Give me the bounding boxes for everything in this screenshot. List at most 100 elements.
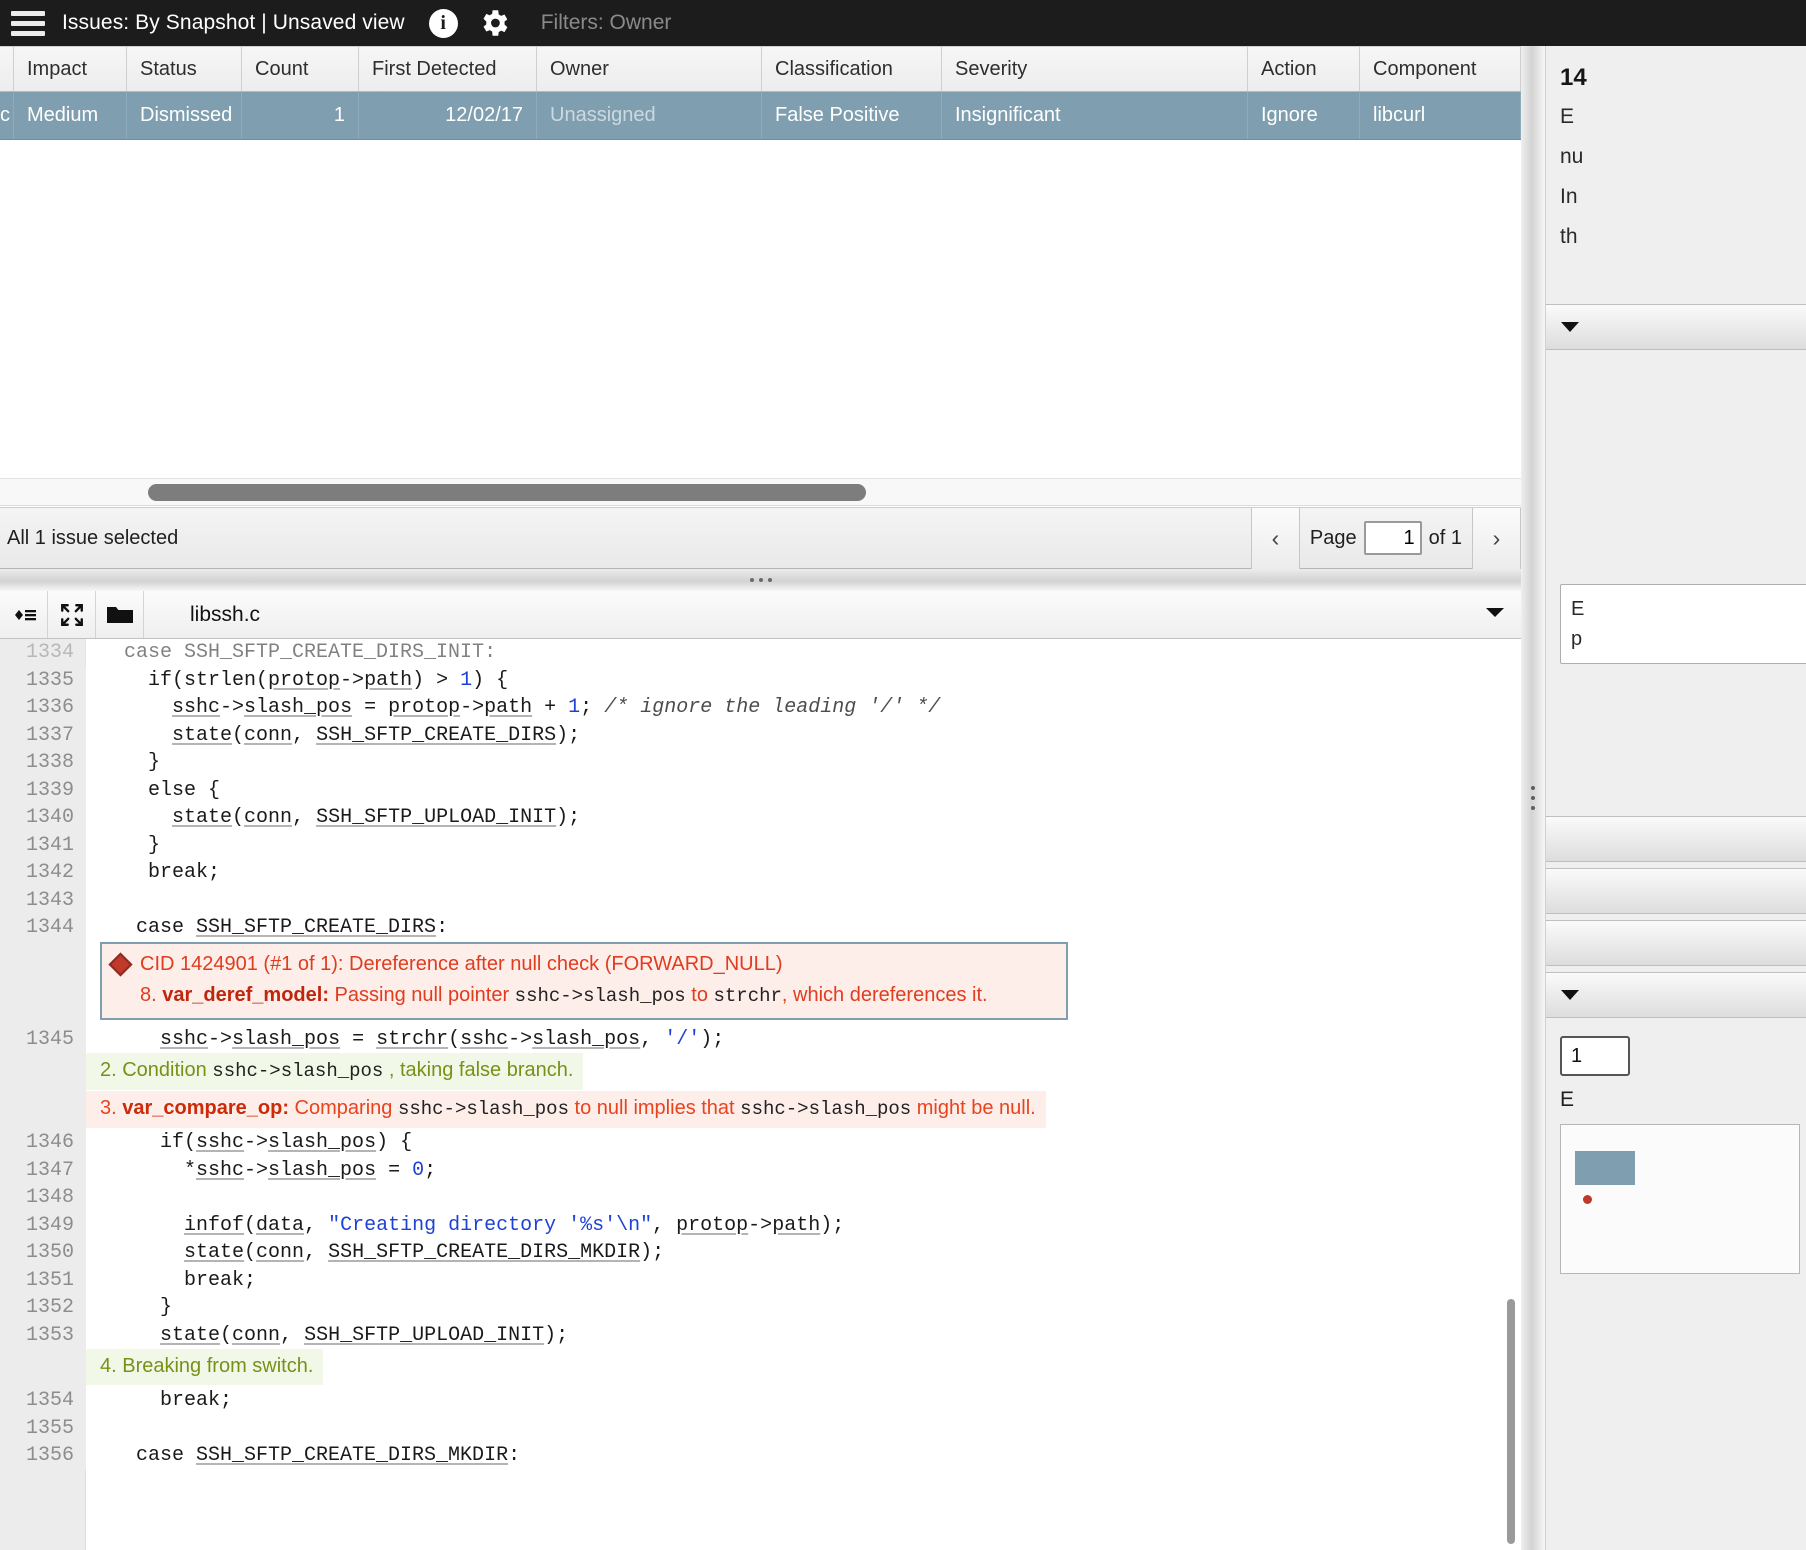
details-preview-swatch bbox=[1575, 1151, 1635, 1185]
details-section-collapsed-3[interactable] bbox=[1546, 868, 1806, 914]
details-info-box-line-1: E bbox=[1571, 598, 1585, 620]
code-line[interactable]: 1336 sshc->slash_pos = protop->path + 1;… bbox=[0, 694, 1499, 722]
code-line-text: state(conn, SSH_SFTP_UPLOAD_INIT); bbox=[172, 806, 581, 829]
vertical-splitter-handle[interactable] bbox=[1521, 46, 1545, 1550]
chevron-down-icon[interactable] bbox=[1484, 605, 1521, 624]
event-annotation-row[interactable]: 4. Breaking from switch. bbox=[0, 1349, 1499, 1387]
line-number: 1345 bbox=[0, 1025, 86, 1053]
details-field-label: E bbox=[1560, 1088, 1575, 1111]
code-line-text: case SSH_SFTP_CREATE_DIRS_INIT: bbox=[100, 641, 497, 664]
event-annotation-text: 4. Breaking from switch. bbox=[86, 1349, 324, 1385]
column-header-severity[interactable]: Severity bbox=[942, 47, 1248, 91]
code-line-text: break; bbox=[100, 861, 221, 884]
line-number bbox=[0, 941, 86, 1026]
next-page-button[interactable]: › bbox=[1472, 507, 1521, 569]
line-number: 1338 bbox=[0, 749, 86, 777]
line-number: 1342 bbox=[0, 859, 86, 887]
previous-page-button[interactable]: ‹ bbox=[1250, 507, 1300, 569]
horizontal-splitter-handle[interactable] bbox=[0, 569, 1521, 591]
expand-icon[interactable] bbox=[48, 591, 96, 638]
defect-annotation-box[interactable]: CID 1424901 (#1 of 1): Dereference after… bbox=[100, 941, 1068, 1020]
info-icon[interactable]: i bbox=[428, 8, 458, 38]
line-number: 1336 bbox=[0, 694, 86, 722]
code-line[interactable]: 1339 else { bbox=[0, 776, 1499, 804]
event-annotation-wrapper: 4. Breaking from switch. bbox=[86, 1349, 1499, 1385]
code-lines-container: 1334 case SSH_SFTP_CREATE_DIRS_INIT: 1335… bbox=[0, 639, 1499, 1470]
folder-icon[interactable] bbox=[96, 591, 144, 638]
code-line-text: state(conn, SSH_SFTP_CREATE_DIRS); bbox=[172, 723, 581, 747]
code-line[interactable]: 1343 bbox=[0, 886, 1499, 914]
code-line[interactable]: 1353 state(conn, SSH_SFTP_UPLOAD_INIT); bbox=[0, 1321, 1499, 1349]
source-code-viewer[interactable]: 1334 case SSH_SFTP_CREATE_DIRS_INIT: 1335… bbox=[0, 639, 1521, 1550]
code-line[interactable]: 1334 case SSH_SFTP_CREATE_DIRS_INIT: bbox=[0, 639, 1499, 667]
code-line[interactable]: 1345 sshc->slash_pos = strchr(sshc->slas… bbox=[0, 1025, 1499, 1053]
column-header-classification[interactable]: Classification bbox=[762, 47, 942, 91]
defect-title: CID 1424901 (#1 of 1): Dereference after… bbox=[140, 952, 783, 975]
code-line[interactable]: 1347 *sshc->slash_pos = 0; bbox=[0, 1156, 1499, 1184]
occurrence-list-icon[interactable] bbox=[0, 591, 48, 638]
details-description-line-1: E bbox=[1560, 105, 1575, 128]
code-line[interactable]: 1349 infof(data, "Creating directory '%s… bbox=[0, 1211, 1499, 1239]
details-numeric-field[interactable]: 1 bbox=[1560, 1036, 1630, 1076]
issues-table: Impact Status Count First Detected Owner… bbox=[0, 46, 1521, 486]
column-header-action[interactable]: Action bbox=[1248, 47, 1360, 91]
page-number-input[interactable] bbox=[1363, 521, 1422, 555]
source-file-name: libssh.c bbox=[190, 602, 261, 626]
code-line[interactable]: 1338 } bbox=[0, 749, 1499, 777]
line-number: 1335 bbox=[0, 666, 86, 694]
code-line[interactable]: 1344 case SSH_SFTP_CREATE_DIRS: bbox=[0, 914, 1499, 942]
code-line-text: sshc->slash_pos = protop->path + 1; /* i… bbox=[172, 696, 941, 719]
line-number: 1337 bbox=[0, 721, 86, 749]
column-header-component[interactable]: Component bbox=[1360, 47, 1521, 91]
selection-pager-bar: All 1 issue selected ‹ Page of 1 › bbox=[0, 507, 1521, 569]
top-bar: Issues: By Snapshot | Unsaved view i Fil… bbox=[0, 0, 1806, 46]
gear-icon[interactable] bbox=[477, 6, 511, 40]
column-header-first-detected[interactable]: First Detected bbox=[359, 47, 537, 91]
filters-label[interactable]: Filters: Owner bbox=[541, 11, 672, 35]
code-line[interactable]: 1342 break; bbox=[0, 859, 1499, 887]
line-number: 1354 bbox=[0, 1387, 86, 1415]
details-section-collapsed-4[interactable] bbox=[1546, 920, 1806, 966]
defect-event-text: 8. var_deref_model: Passing null pointer… bbox=[140, 983, 988, 1007]
code-line-text: state(conn, SSH_SFTP_CREATE_DIRS_MKDIR); bbox=[184, 1241, 665, 1264]
details-section-collapsed-1[interactable] bbox=[1546, 304, 1806, 350]
details-cid-title: 14 bbox=[1560, 64, 1587, 91]
code-vertical-scrollbar-thumb[interactable] bbox=[1507, 1299, 1515, 1544]
line-number: 1351 bbox=[0, 1266, 86, 1294]
code-line[interactable]: 1346 if(sshc->slash_pos) { bbox=[0, 1129, 1499, 1157]
code-line[interactable]: 1352 } bbox=[0, 1294, 1499, 1322]
line-number: 1343 bbox=[0, 886, 86, 914]
code-line[interactable]: 1340 state(conn, SSH_SFTP_UPLOAD_INIT); bbox=[0, 804, 1499, 832]
details-preview-box bbox=[1560, 1124, 1800, 1274]
code-line[interactable]: 1355 bbox=[0, 1414, 1499, 1442]
code-line[interactable]: 1356 case SSH_SFTP_CREATE_DIRS_MKDIR: bbox=[0, 1442, 1499, 1470]
issue-details-panel: 14 E nu In th E p 1 E bbox=[1545, 46, 1806, 1550]
line-number: 1356 bbox=[0, 1442, 86, 1470]
line-number: 1353 bbox=[0, 1321, 86, 1349]
column-header-status[interactable]: Status bbox=[127, 47, 242, 91]
column-header-impact[interactable]: Impact bbox=[14, 47, 127, 91]
code-line[interactable]: 1351 break; bbox=[0, 1266, 1499, 1294]
hamburger-menu-icon[interactable] bbox=[0, 0, 52, 46]
line-number: 1349 bbox=[0, 1211, 86, 1239]
code-line-text: break; bbox=[100, 1389, 233, 1412]
details-section-collapsed-5[interactable] bbox=[1546, 972, 1806, 1018]
code-line[interactable]: 1341 } bbox=[0, 831, 1499, 859]
code-line[interactable]: 1348 bbox=[0, 1184, 1499, 1212]
table-row[interactable]: c Medium Dismissed 1 12/02/17 Unassigned… bbox=[0, 92, 1521, 140]
event-annotation-row[interactable]: 3. var_compare_op: Comparing sshc->slash… bbox=[0, 1091, 1499, 1129]
column-header-count[interactable]: Count bbox=[242, 47, 359, 91]
code-line[interactable]: 1354 break; bbox=[0, 1387, 1499, 1415]
table-horizontal-scrollbar-thumb[interactable] bbox=[148, 484, 866, 501]
details-description-line-3: In bbox=[1560, 185, 1578, 208]
column-header-owner[interactable]: Owner bbox=[537, 47, 762, 91]
line-number bbox=[0, 1349, 86, 1387]
defect-diamond-icon bbox=[108, 951, 133, 977]
event-annotation-row[interactable]: 2. Condition sshc->slash_pos , taking fa… bbox=[0, 1053, 1499, 1091]
defect-annotation-row[interactable]: CID 1424901 (#1 of 1): Dereference after… bbox=[0, 941, 1499, 1026]
code-line[interactable]: 1350 state(conn, SSH_SFTP_CREATE_DIRS_MK… bbox=[0, 1239, 1499, 1267]
code-line[interactable]: 1335 if(strlen(protop->path) > 1) { bbox=[0, 666, 1499, 694]
chevron-down-icon bbox=[1560, 316, 1580, 339]
details-section-collapsed-2[interactable] bbox=[1546, 816, 1806, 862]
code-line[interactable]: 1337 state(conn, SSH_SFTP_CREATE_DIRS); bbox=[0, 721, 1499, 749]
